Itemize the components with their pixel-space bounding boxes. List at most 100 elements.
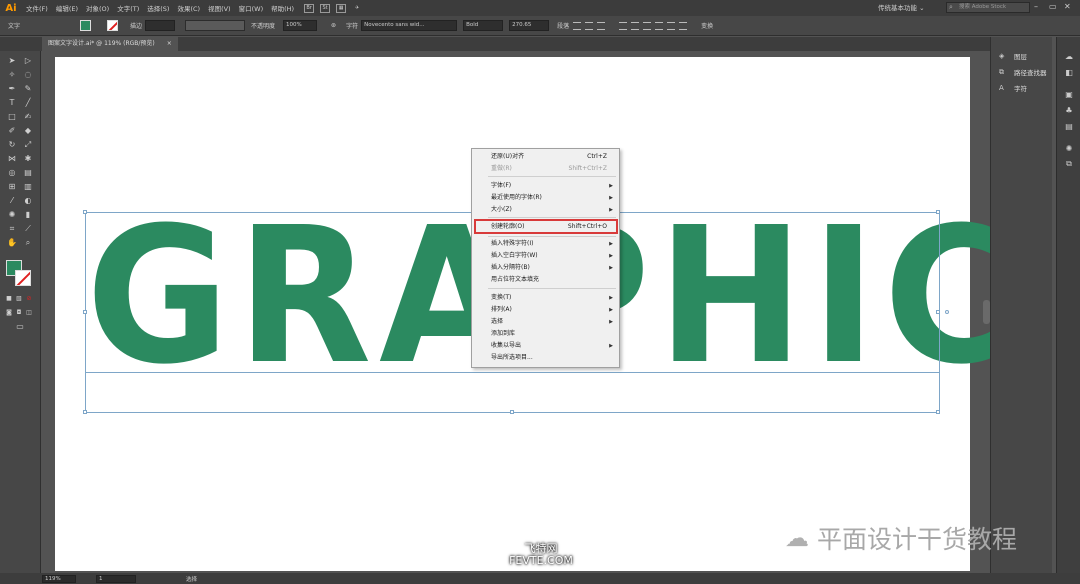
menu-window[interactable]: 窗口(W) xyxy=(235,3,268,13)
shaper-tool-icon[interactable]: ✐ xyxy=(6,125,18,136)
ctx-item-select[interactable]: 选择 ▶ xyxy=(472,316,619,328)
screen-mode-icon[interactable]: ▭ xyxy=(14,321,26,332)
transform-label[interactable]: 变换 xyxy=(701,21,713,30)
align-objects-vcenter-icon[interactable] xyxy=(667,21,676,30)
line-tool-icon[interactable]: ╱ xyxy=(22,97,34,108)
paragraph-label[interactable]: 段落 xyxy=(557,21,569,30)
none-mode-icon[interactable]: ⊘ xyxy=(23,293,35,304)
lasso-tool-icon[interactable]: ◌ xyxy=(22,69,34,80)
bbox-handle-ml[interactable] xyxy=(83,310,87,314)
rectangle-tool-icon[interactable]: □ xyxy=(6,111,18,122)
selection-tool-icon[interactable]: ➤ xyxy=(6,55,18,66)
image-panel-icon[interactable]: ▣ xyxy=(1064,89,1074,99)
menu-edit[interactable]: 编辑(E) xyxy=(52,3,82,13)
export-panel-icon[interactable]: ⧉ xyxy=(1064,159,1074,169)
align-objects-left-icon[interactable] xyxy=(619,21,628,30)
variable-width-profile[interactable] xyxy=(185,20,246,31)
ctx-item-recent-fonts[interactable]: 最近使用的字体(R) ▶ xyxy=(472,192,619,204)
ctx-item-add-to-library[interactable]: 添加到库 xyxy=(472,328,619,340)
width-tool-icon[interactable]: ⋈ xyxy=(6,153,18,164)
eyedropper-tool-icon[interactable]: ⁄ xyxy=(6,195,18,206)
stroke-color-icon[interactable] xyxy=(15,270,31,286)
draw-inside-icon[interactable]: ◫ xyxy=(23,307,35,318)
ctx-item-fill-placeholder[interactable]: 用占位符文本填充 xyxy=(472,274,619,286)
ctx-item-transform[interactable]: 变换(T) ▶ xyxy=(472,292,619,304)
ctx-item-redo[interactable]: 重做(R) Shift+Ctrl+Z xyxy=(472,163,619,175)
ctx-item-size[interactable]: 大小(Z) ▶ xyxy=(472,204,619,216)
slice-tool-icon[interactable]: ⟋ xyxy=(22,223,34,234)
bbox-handle-tl[interactable] xyxy=(83,210,87,214)
close-icon[interactable]: ✕ xyxy=(1064,2,1071,11)
ctx-item-font[interactable]: 字体(F) ▶ xyxy=(472,180,619,192)
curvature-tool-icon[interactable]: ✎ xyxy=(22,83,34,94)
align-objects-right-icon[interactable] xyxy=(643,21,652,30)
stock-search-input[interactable]: ⌕ 搜索 Adobe Stock xyxy=(946,2,1030,13)
artboard-tool-icon[interactable]: ⌗ xyxy=(6,223,18,234)
text-out-port[interactable] xyxy=(945,310,949,314)
paintbrush-tool-icon[interactable]: ✍ xyxy=(22,111,34,122)
panel-character[interactable]: A 字符 xyxy=(999,83,1027,94)
bridge-icon[interactable]: Br xyxy=(304,3,315,13)
stroke-label[interactable]: 描边 xyxy=(130,21,142,30)
ctx-item-insert-whitespace[interactable]: 插入空白字符(W) ▶ xyxy=(472,250,619,262)
magic-wand-tool-icon[interactable]: ✧ xyxy=(6,69,18,80)
align-objects-top-icon[interactable] xyxy=(655,21,664,30)
bbox-handle-bc[interactable] xyxy=(510,410,514,414)
minimize-icon[interactable]: – xyxy=(1034,2,1038,11)
bbox-handle-bl[interactable] xyxy=(83,410,87,414)
ctx-item-undo[interactable]: 还原(U)对齐 Ctrl+Z xyxy=(472,151,619,163)
ctx-item-insert-special-char[interactable]: 插入特殊字符(I) ▶ xyxy=(472,238,619,250)
bbox-handle-mr[interactable] xyxy=(936,310,940,314)
ctx-item-export-selection[interactable]: 导出所选项目... xyxy=(472,352,619,364)
zoom-field[interactable]: 119% xyxy=(42,574,76,583)
symbol-sprayer-tool-icon[interactable]: ✺ xyxy=(6,209,18,220)
appearance-panel-icon[interactable]: ✺ xyxy=(1064,143,1074,153)
artboard-navigator[interactable]: 1 xyxy=(96,574,136,583)
shape-builder-tool-icon[interactable]: ◎ xyxy=(6,167,18,178)
column-graph-tool-icon[interactable]: ▮ xyxy=(22,209,34,220)
symbols-panel-icon[interactable]: ♣ xyxy=(1064,105,1074,115)
menu-type[interactable]: 文字(T) xyxy=(113,3,143,13)
font-style-select[interactable]: Bold xyxy=(463,20,504,31)
align-right-icon[interactable] xyxy=(597,21,606,30)
ctx-item-collect-for-export[interactable]: 收集以导出 ▶ xyxy=(472,340,619,352)
menu-file[interactable]: 文件(F) xyxy=(22,3,52,13)
eraser-tool-icon[interactable]: ◆ xyxy=(22,125,34,136)
font-size-field[interactable]: 270.65 xyxy=(509,20,550,31)
align-objects-hcenter-icon[interactable] xyxy=(631,21,640,30)
menu-select[interactable]: 选择(S) xyxy=(143,3,173,13)
workspace-switcher[interactable]: 传统基本功能 ⌄ xyxy=(878,2,925,12)
type-tool-icon[interactable]: T xyxy=(6,97,18,108)
menu-view[interactable]: 视图(V) xyxy=(204,3,235,13)
puppet-warp-tool-icon[interactable]: ✱ xyxy=(22,153,34,164)
mesh-tool-icon[interactable]: ⊞ xyxy=(6,181,18,192)
align-objects-bottom-icon[interactable] xyxy=(679,21,688,30)
panel-pathfinder[interactable]: ⧉ 路径查找器 xyxy=(999,67,1047,78)
stroke-weight-field[interactable] xyxy=(145,20,176,31)
recolor-icon[interactable]: ⊛ xyxy=(331,22,336,29)
document-tab[interactable]: 图案文字设计.ai* @ 119% (RGB/预览) × xyxy=(42,37,178,51)
char-label[interactable]: 字符 xyxy=(346,21,358,30)
menu-effect[interactable]: 效果(C) xyxy=(173,3,204,13)
graphic-styles-panel-icon[interactable]: ▤ xyxy=(1064,121,1074,131)
pen-tool-icon[interactable]: ✒ xyxy=(6,83,18,94)
opacity-label[interactable]: 不透明度 xyxy=(251,21,275,30)
gradient-tool-icon[interactable]: ▥ xyxy=(22,181,34,192)
bbox-handle-tr[interactable] xyxy=(936,210,940,214)
opacity-field[interactable]: 100% xyxy=(283,20,318,31)
rotate-tool-icon[interactable]: ↻ xyxy=(6,139,18,150)
gpu-performance-icon[interactable]: ✈ xyxy=(352,4,362,13)
blend-tool-icon[interactable]: ◐ xyxy=(22,195,34,206)
menu-help[interactable]: 帮助(H) xyxy=(267,3,298,13)
tab-close-icon[interactable]: × xyxy=(167,40,172,47)
hand-tool-icon[interactable]: ✋ xyxy=(6,237,18,248)
perspective-grid-tool-icon[interactable]: ▤ xyxy=(22,167,34,178)
stock-icon[interactable]: St xyxy=(320,3,331,13)
ctx-item-arrange[interactable]: 排列(A) ▶ xyxy=(472,304,619,316)
bbox-handle-br[interactable] xyxy=(936,410,940,414)
ctx-item-insert-break[interactable]: 插入分隔符(B) ▶ xyxy=(472,262,619,274)
swatches-panel-icon[interactable]: ◧ xyxy=(1064,67,1074,77)
align-center-icon[interactable] xyxy=(585,21,594,30)
panel-layers[interactable]: ◈ 图层 xyxy=(999,51,1027,62)
fill-swatch[interactable] xyxy=(80,20,92,31)
